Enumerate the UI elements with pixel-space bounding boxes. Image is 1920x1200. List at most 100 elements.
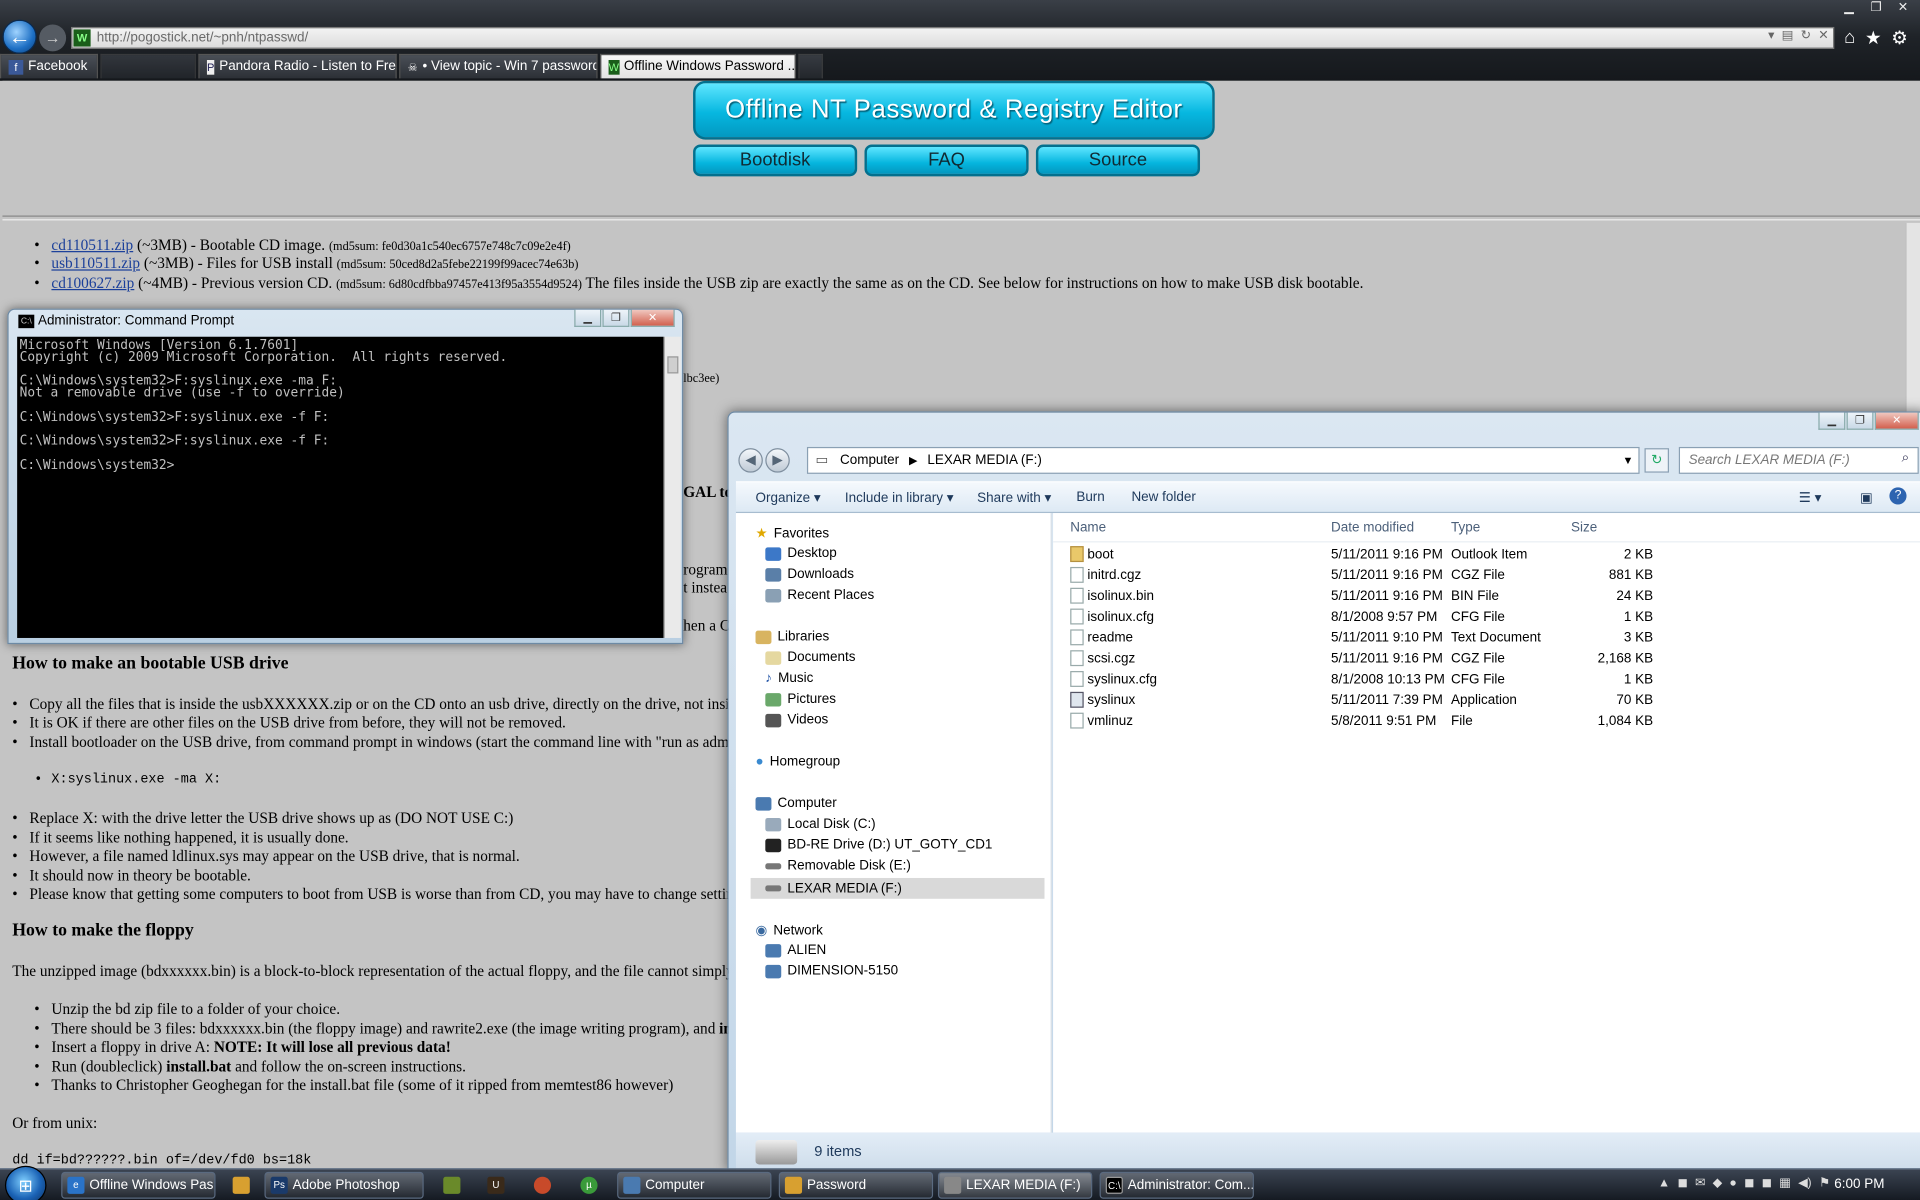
tray-app3-icon[interactable]: ◼ — [1744, 1177, 1754, 1190]
tray-app2-icon[interactable]: ● — [1729, 1177, 1736, 1190]
download-link[interactable]: cd100627.zip — [51, 274, 134, 291]
nav-alien[interactable]: ALIEN — [765, 943, 826, 958]
file-row[interactable]: syslinux.cfg 8/1/2008 10:13 PM CFG File 1 K… — [1065, 670, 1653, 691]
tray-app4-icon[interactable]: ◼ — [1762, 1177, 1772, 1190]
column-size[interactable]: Size — [1571, 520, 1597, 535]
nav-homegroup[interactable]: ● Homegroup — [756, 754, 841, 769]
minimize-button[interactable]: ▁ — [574, 309, 602, 327]
file-row[interactable]: syslinux 5/11/2011 7:39 PM Application 70 K… — [1065, 691, 1653, 712]
dropdown-icon[interactable]: ▾ — [1768, 29, 1774, 42]
include-in-library-button[interactable]: Include in library ▾ — [845, 490, 954, 506]
back-button[interactable]: ← — [2, 19, 37, 54]
nav-bootdisk-button[interactable]: Bootdisk — [693, 144, 858, 177]
nav-libraries[interactable]: Libraries — [755, 629, 829, 644]
nav-documents[interactable]: Documents — [765, 650, 855, 665]
column-type[interactable]: Type — [1451, 520, 1480, 535]
breadcrumb-lexar[interactable]: LEXAR MEDIA (F:) — [927, 453, 1042, 468]
clock[interactable]: 6:00 PM — [1834, 1177, 1884, 1192]
preview-pane-icon[interactable]: ▣ — [1860, 490, 1873, 506]
nav-recent-places[interactable]: Recent Places — [765, 588, 874, 602]
nav-faq-button[interactable]: FAQ — [864, 144, 1029, 177]
tools-gear-icon[interactable]: ⚙ — [1891, 27, 1907, 49]
burn-button[interactable]: Burn — [1076, 490, 1104, 505]
taskbar-item-lexar[interactable]: LEXAR MEDIA (F:) — [937, 1171, 1093, 1199]
nav-bd-drive[interactable]: BD-RE Drive (D:) UT_GOTY_CD1 — [765, 838, 992, 852]
scroll-thumb[interactable] — [667, 356, 679, 374]
tray-arrow-icon[interactable]: ▲ — [1658, 1177, 1670, 1190]
tab-view-topic[interactable]: ☠ • View topic - Win 7 password ... — [399, 53, 598, 79]
start-button[interactable]: ⊞ — [4, 1165, 47, 1200]
new-folder-button[interactable]: New folder — [1131, 490, 1195, 505]
network-tray-icon[interactable]: ▦ — [1779, 1177, 1791, 1190]
refresh-icon[interactable]: ↻ — [1801, 29, 1811, 42]
maximize-button[interactable]: ❐ — [602, 309, 630, 327]
file-row[interactable]: scsi.cgz 5/11/2011 9:16 PM CGZ File 2,168 K… — [1065, 649, 1653, 670]
tab-blank[interactable] — [100, 53, 196, 79]
nav-desktop[interactable]: Desktop — [765, 546, 837, 561]
close-button[interactable]: ✕ — [630, 309, 675, 327]
nav-local-disk[interactable]: Local Disk (C:) — [765, 817, 876, 831]
taskbar-pin-chrome[interactable] — [524, 1172, 561, 1199]
close-icon[interactable]: ✕ — [1891, 0, 1915, 17]
chevron-right-icon[interactable]: ▶ — [909, 454, 917, 466]
maximize-button[interactable]: ❐ — [1846, 412, 1874, 430]
new-tab-button[interactable] — [798, 53, 823, 79]
tab-pandora[interactable]: PPandora Radio - Listen to Free ... — [198, 53, 397, 79]
tray-norton-icon[interactable]: ◆ — [1713, 1177, 1722, 1190]
breadcrumb[interactable]: ▭ Computer ▶ LEXAR MEDIA (F:) ▼ — [806, 446, 1640, 474]
nav-pictures[interactable]: Pictures — [765, 692, 836, 707]
explorer-window[interactable]: ▁ ❐ ✕ ◀ ▶ ▭ Computer ▶ LEXAR MEDIA (F:) … — [727, 411, 1920, 1172]
file-row[interactable]: vmlinuz 5/8/2011 9:51 PM File 1,084 KB — [1065, 711, 1653, 732]
tray-app-icon[interactable]: ◼ — [1677, 1177, 1687, 1190]
forward-button[interactable]: → — [39, 24, 67, 52]
minimize-button[interactable]: ▁ — [1818, 412, 1846, 430]
nav-music[interactable]: ♪ Music — [765, 671, 813, 686]
tab-offline-windows-password[interactable]: WOffline Windows Password ...✕ — [600, 53, 796, 79]
view-options-icon[interactable]: ☰ ▾ — [1799, 490, 1822, 506]
chevron-down-icon[interactable]: ▼ — [1623, 448, 1634, 472]
tray-mail-icon[interactable]: ✉ — [1695, 1177, 1705, 1190]
nav-dimension[interactable]: DIMENSION-5150 — [765, 964, 898, 978]
nav-favorites[interactable]: ★ Favorites — [756, 525, 830, 541]
taskbar-pin-ut[interactable]: U — [478, 1172, 515, 1199]
breadcrumb-computer[interactable]: Computer — [840, 453, 899, 468]
share-with-button[interactable]: Share with ▾ — [977, 490, 1051, 506]
compat-view-icon[interactable]: ▤ — [1782, 29, 1794, 42]
nav-videos[interactable]: Videos — [765, 713, 828, 727]
download-link[interactable]: cd110511.zip — [51, 236, 133, 253]
minimize-icon[interactable]: ▁ — [1837, 0, 1861, 17]
nav-source-button[interactable]: Source — [1035, 144, 1201, 177]
taskbar-item-computer[interactable]: Computer — [617, 1171, 772, 1199]
taskbar-pin-folder[interactable] — [223, 1172, 260, 1199]
taskbar-item-photoshop[interactable]: Ps Adobe Photoshop — [264, 1171, 424, 1199]
download-link[interactable]: usb110511.zip — [51, 255, 140, 272]
taskbar-item-cmd[interactable]: C:\ Administrator: Com... — [1099, 1171, 1254, 1199]
column-date-modified[interactable]: Date modified — [1331, 520, 1414, 535]
nav-computer[interactable]: Computer — [755, 796, 837, 811]
address-bar[interactable]: http://pogostick.net/~pnh/ntpasswd/ — [71, 26, 1835, 49]
file-row[interactable]: isolinux.bin 5/11/2011 9:16 PM BIN File 24 … — [1065, 587, 1653, 608]
file-row[interactable]: readme 5/11/2011 9:10 PM Text Document 3 KB — [1065, 628, 1653, 649]
console-output[interactable]: Microsoft Windows [Version 6.1.7601] Cop… — [17, 336, 664, 638]
console-scrollbar[interactable] — [663, 336, 681, 638]
file-row[interactable]: isolinux.cfg 8/1/2008 9:57 PM CFG File 1 KB — [1065, 607, 1653, 628]
back-arrow-icon[interactable]: ◀ — [738, 448, 763, 473]
help-icon[interactable]: ? — [1889, 487, 1907, 505]
volume-icon[interactable]: ◀) — [1798, 1177, 1812, 1190]
refresh-icon[interactable]: ↻ — [1644, 448, 1669, 473]
nav-removable-disk[interactable]: Removable Disk (E:) — [765, 858, 911, 873]
nav-downloads[interactable]: Downloads — [765, 567, 854, 582]
column-name[interactable]: Name — [1070, 520, 1106, 535]
file-row[interactable]: boot 5/11/2011 9:16 PM Outlook Item 2 KB — [1065, 545, 1653, 566]
search-input[interactable]: Search LEXAR MEDIA (F:) — [1678, 446, 1919, 474]
nav-lexar-media[interactable]: LEXAR MEDIA (F:) — [750, 877, 1045, 899]
file-row[interactable]: initrd.cgz 5/11/2011 9:16 PM CGZ File 881 K… — [1065, 566, 1653, 587]
stop-icon[interactable]: ✕ — [1818, 29, 1828, 42]
search-icon[interactable]: ⌕ — [1902, 451, 1910, 467]
nav-network[interactable]: ◉ Network — [756, 922, 823, 938]
taskbar-item-browser[interactable]: e Offline Windows Pas... — [61, 1171, 216, 1199]
command-prompt-window[interactable]: C:\ Administrator: Command Prompt ▁ ❐ ✕ … — [7, 308, 684, 645]
favorites-star-icon[interactable]: ★ — [1865, 27, 1881, 49]
organize-button[interactable]: Organize ▾ — [756, 490, 821, 506]
forward-arrow-icon[interactable]: ▶ — [765, 448, 790, 473]
